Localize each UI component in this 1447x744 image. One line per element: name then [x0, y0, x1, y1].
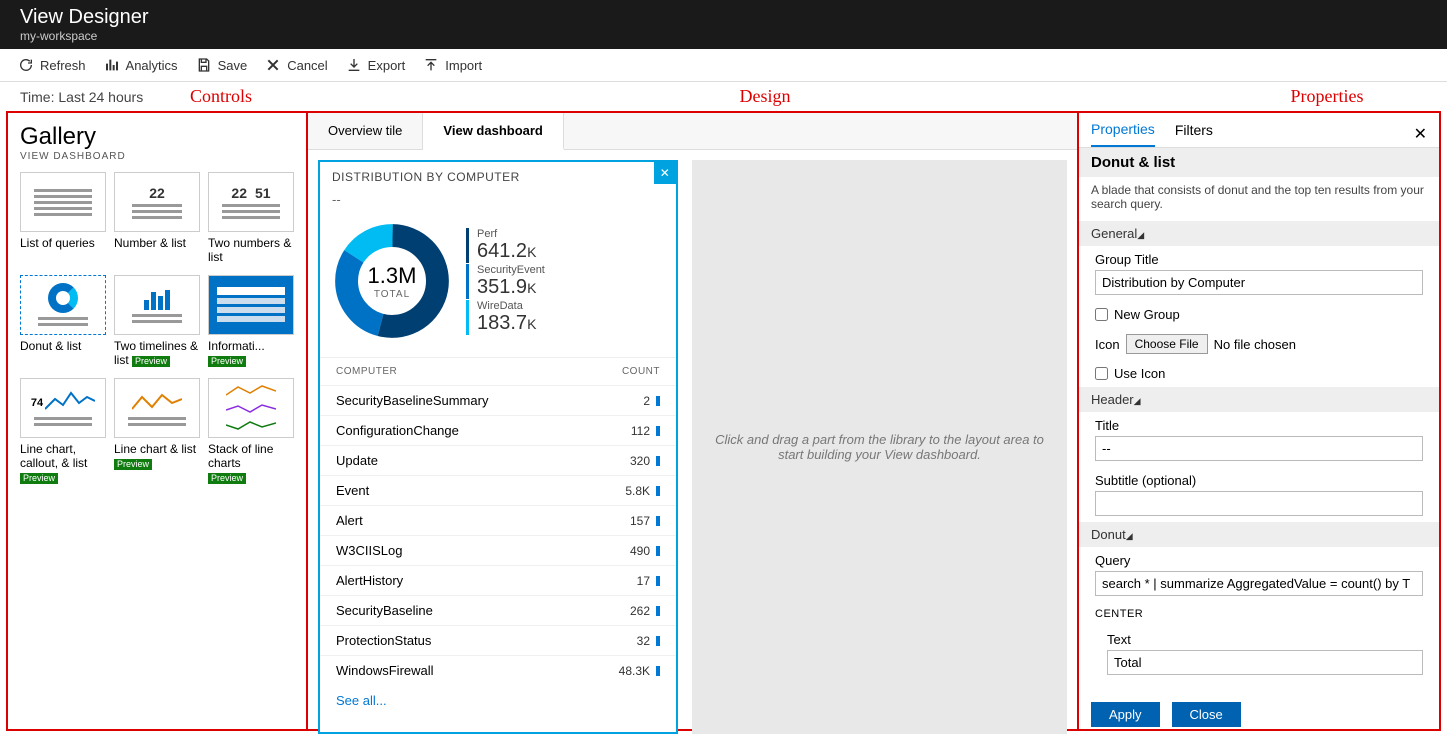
- gallery-item-information[interactable]: Informati...Preview: [208, 275, 294, 368]
- preview-badge: Preview: [132, 356, 170, 367]
- donut-icon: [48, 283, 78, 313]
- section-general[interactable]: General: [1079, 221, 1439, 246]
- preview-badge: Preview: [114, 459, 152, 470]
- section-header[interactable]: Header: [1079, 387, 1439, 412]
- import-button[interactable]: Import: [423, 57, 482, 73]
- tile-title: DISTRIBUTION BY COMPUTER: [332, 170, 520, 184]
- tab-properties[interactable]: Properties: [1091, 121, 1155, 147]
- close-button[interactable]: Close: [1172, 702, 1241, 727]
- time-range[interactable]: Time: Last 24 hours: [20, 89, 190, 105]
- table-row[interactable]: AlertHistory17: [320, 565, 676, 595]
- refresh-button[interactable]: Refresh: [18, 57, 86, 73]
- page-title: View Designer: [20, 6, 1427, 29]
- gallery-item-list-of-queries[interactable]: List of queries: [20, 172, 106, 265]
- table-row[interactable]: Alert157: [320, 505, 676, 535]
- tab-filters[interactable]: Filters: [1175, 122, 1213, 146]
- donut-legend: Perf 641.2K SecurityEvent 351.9K WireDat…: [466, 228, 545, 335]
- table-row[interactable]: ProtectionStatus32: [320, 625, 676, 655]
- main-layout: Gallery VIEW DASHBOARD List of queries 2…: [6, 111, 1441, 731]
- workspace-name: my-workspace: [20, 29, 1427, 43]
- close-icon: ✕: [1414, 126, 1427, 143]
- apply-button[interactable]: Apply: [1091, 702, 1160, 727]
- analytics-icon: [104, 57, 120, 73]
- donut-query-input[interactable]: [1095, 571, 1423, 596]
- analytics-button[interactable]: Analytics: [104, 57, 178, 73]
- table-row[interactable]: Event5.8K: [320, 475, 676, 505]
- table-row[interactable]: Update320: [320, 445, 676, 475]
- blade-description: A blade that consists of donut and the t…: [1079, 177, 1439, 221]
- design-canvas: DISTRIBUTION BY COMPUTER ✕ -- 1.3M: [308, 150, 1077, 744]
- tile-table-body: SecurityBaselineSummary2 ConfigurationCh…: [320, 385, 676, 685]
- table-row[interactable]: SecurityBaseline262: [320, 595, 676, 625]
- gallery-item-number-list[interactable]: 22 Number & list: [114, 172, 200, 265]
- choose-file-button[interactable]: Choose File: [1126, 334, 1208, 354]
- save-button[interactable]: Save: [196, 57, 248, 73]
- cancel-button[interactable]: Cancel: [265, 57, 327, 73]
- tab-view-dashboard[interactable]: View dashboard: [423, 113, 563, 150]
- table-header-computer: COMPUTER: [336, 366, 397, 377]
- gallery-item-donut-list[interactable]: Donut & list: [20, 275, 106, 368]
- gallery-item-line-chart-list[interactable]: Line chart & listPreview: [114, 378, 200, 485]
- close-icon: ✕: [660, 166, 671, 180]
- gallery-subtitle: VIEW DASHBOARD: [20, 151, 294, 162]
- gallery-item-two-numbers-list[interactable]: 2251 Two numbers & list: [208, 172, 294, 265]
- group-title-input[interactable]: [1095, 270, 1423, 295]
- table-row[interactable]: W3CIISLog490: [320, 535, 676, 565]
- use-icon-checkbox[interactable]: [1095, 367, 1108, 380]
- section-center[interactable]: CENTER: [1095, 608, 1143, 620]
- refresh-icon: [18, 57, 34, 73]
- header-subtitle-input[interactable]: [1095, 491, 1423, 516]
- section-donut[interactable]: Donut: [1079, 522, 1439, 547]
- properties-close-button[interactable]: ✕: [1414, 124, 1427, 144]
- preview-badge: Preview: [20, 473, 58, 484]
- toolbar: Refresh Analytics Save Cancel Export Imp…: [0, 49, 1447, 82]
- see-all-link[interactable]: See all...: [320, 685, 676, 716]
- gallery-item-line-chart-callout-list[interactable]: 74 Line chart, callout, & list Preview: [20, 378, 106, 485]
- blade-type-title: Donut & list: [1079, 148, 1439, 177]
- cancel-icon: [265, 57, 281, 73]
- export-button[interactable]: Export: [346, 57, 406, 73]
- app-header: View Designer my-workspace: [0, 0, 1447, 49]
- annotation-design: Design: [490, 86, 1040, 107]
- tile-close-button[interactable]: ✕: [654, 162, 676, 184]
- preview-badge: Preview: [208, 356, 246, 367]
- gallery-grid: List of queries 22 Number & list 2251 Tw…: [20, 172, 294, 485]
- table-header-count: COUNT: [622, 366, 660, 377]
- dashboard-tile[interactable]: DISTRIBUTION BY COMPUTER ✕ -- 1.3M: [318, 160, 678, 734]
- annotation-strip: Time: Last 24 hours Controls Design Prop…: [0, 82, 1447, 111]
- donut-total-label: TOTAL: [374, 289, 410, 300]
- annotation-properties: Properties: [1227, 86, 1427, 107]
- no-file-chosen: No file chosen: [1214, 337, 1296, 352]
- design-dropzone[interactable]: Click and drag a part from the library t…: [692, 160, 1067, 734]
- properties-panel: Properties Filters ✕ Donut & list A blad…: [1079, 113, 1439, 729]
- import-icon: [423, 57, 439, 73]
- donut-total-value: 1.3M: [368, 263, 417, 289]
- gallery-item-two-timelines-list[interactable]: Two timelines & list Preview: [114, 275, 200, 368]
- table-row[interactable]: ConfigurationChange112: [320, 415, 676, 445]
- gallery-panel: Gallery VIEW DASHBOARD List of queries 2…: [8, 113, 308, 729]
- tab-overview-tile[interactable]: Overview tile: [308, 113, 423, 149]
- table-row[interactable]: SecurityBaselineSummary2: [320, 385, 676, 415]
- tile-subtitle: --: [320, 192, 676, 213]
- design-panel: Overview tile View dashboard DISTRIBUTIO…: [308, 113, 1079, 729]
- annotation-controls: Controls: [190, 86, 490, 107]
- export-icon: [346, 57, 362, 73]
- table-row[interactable]: WindowsFirewall48.3K: [320, 655, 676, 685]
- gallery-item-stack-line-charts[interactable]: Stack of line chartsPreview: [208, 378, 294, 485]
- gallery-title: Gallery: [20, 123, 294, 151]
- design-tabs: Overview tile View dashboard: [308, 113, 1077, 150]
- new-group-checkbox[interactable]: [1095, 308, 1108, 321]
- group-title-label: Group Title: [1095, 252, 1423, 267]
- save-icon: [196, 57, 212, 73]
- preview-badge: Preview: [208, 473, 246, 484]
- donut-center-text-input[interactable]: [1107, 650, 1423, 675]
- header-title-input[interactable]: [1095, 436, 1423, 461]
- donut-chart: 1.3M TOTAL: [332, 221, 452, 341]
